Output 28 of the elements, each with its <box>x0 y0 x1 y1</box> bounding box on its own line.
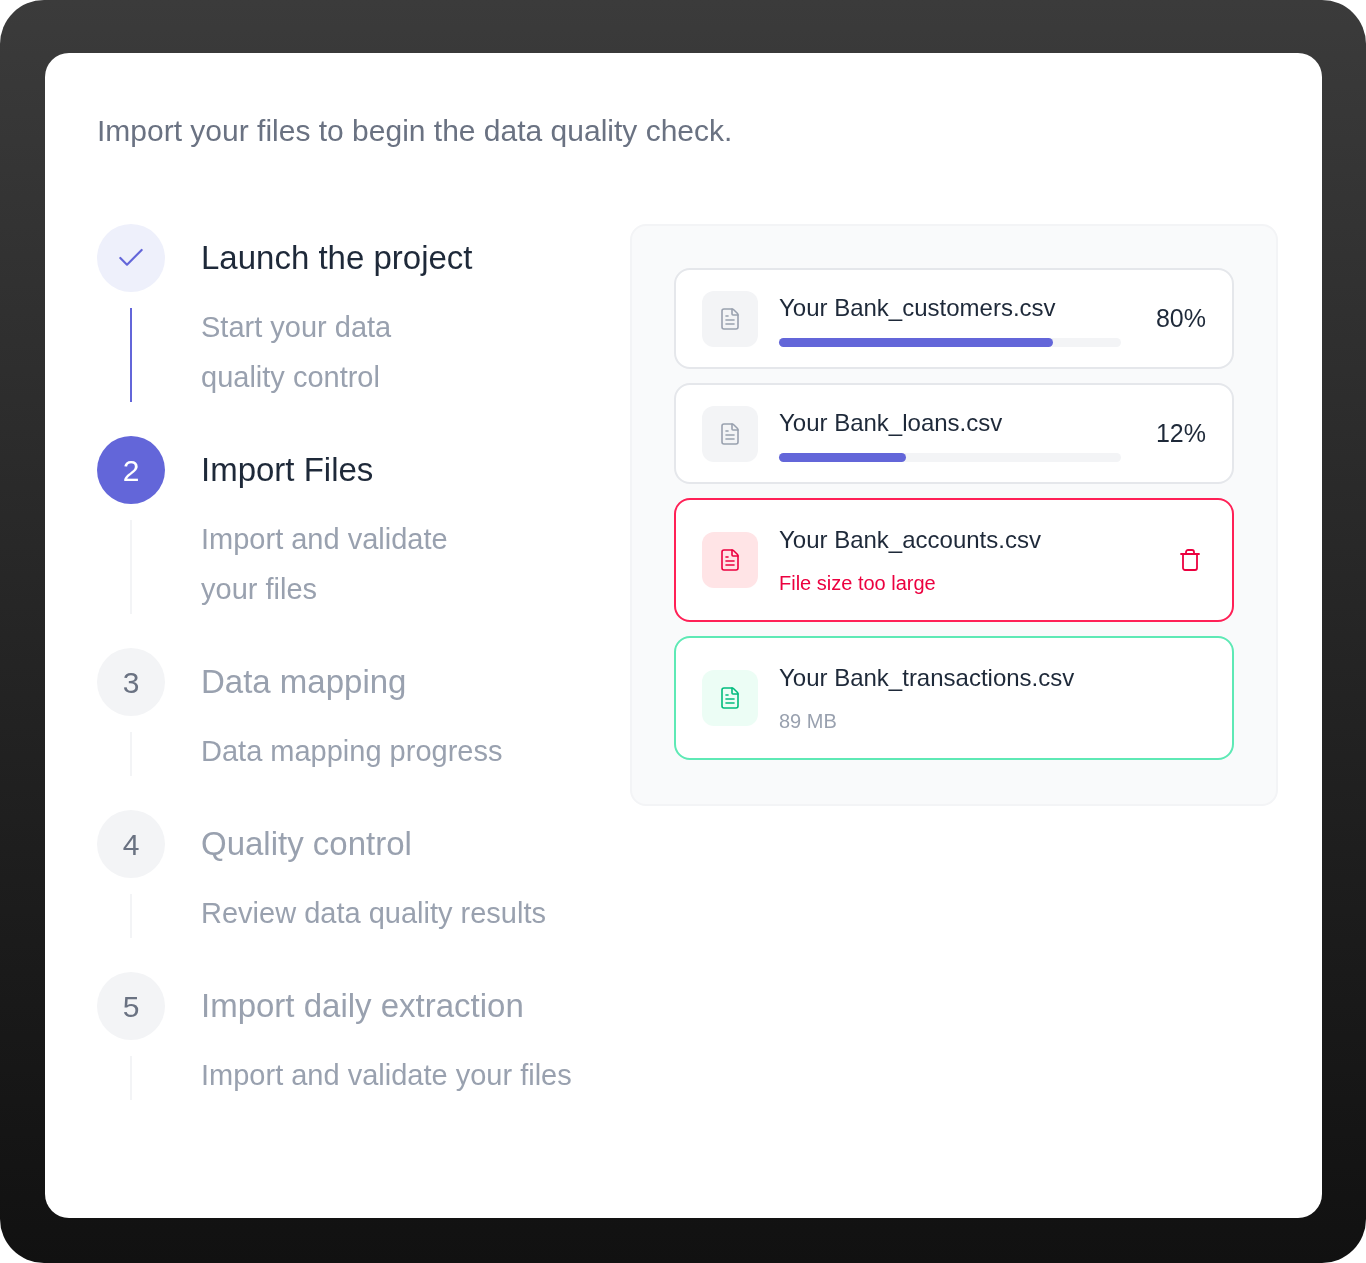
step-description: Data mapping progress <box>201 734 503 769</box>
step-description: Import and validate your files <box>201 522 449 607</box>
step-indicator: 2 <box>97 436 165 504</box>
step-indicator: 3 <box>97 648 165 716</box>
step-description: Review data quality results <box>201 896 546 931</box>
file-icon <box>702 290 758 347</box>
step-title: Data mapping <box>201 662 407 703</box>
step-indicator: 4 <box>97 810 165 878</box>
file-name: Your Bank_customers.csv <box>779 293 1057 323</box>
error-message: File size too large <box>779 571 937 596</box>
file-icon <box>702 405 758 462</box>
file-icon <box>702 532 758 588</box>
step-description: Start your data quality control <box>201 310 393 395</box>
file-name: Your Bank_accounts.csv <box>779 525 1042 555</box>
intro-text: Import your files to begin the data quality check. <box>97 113 734 149</box>
step-title: Import Files <box>201 450 374 491</box>
step-description: Import and validate your files <box>201 1058 572 1093</box>
progress-percent: 80% <box>1155 302 1206 334</box>
file-size: 89 MB <box>779 709 838 734</box>
file-icon <box>702 670 758 726</box>
trash-icon <box>1178 548 1202 572</box>
file-name: Your Bank_loans.csv <box>779 408 1004 438</box>
step-indicator: 5 <box>97 972 165 1040</box>
step-title: Import daily extraction <box>201 986 524 1027</box>
file-name: Your Bank_transactions.csv <box>779 663 1076 693</box>
progress-percent: 12% <box>1155 417 1206 449</box>
step-title: Launch the project <box>201 238 473 279</box>
step-title: Quality control <box>201 824 412 865</box>
